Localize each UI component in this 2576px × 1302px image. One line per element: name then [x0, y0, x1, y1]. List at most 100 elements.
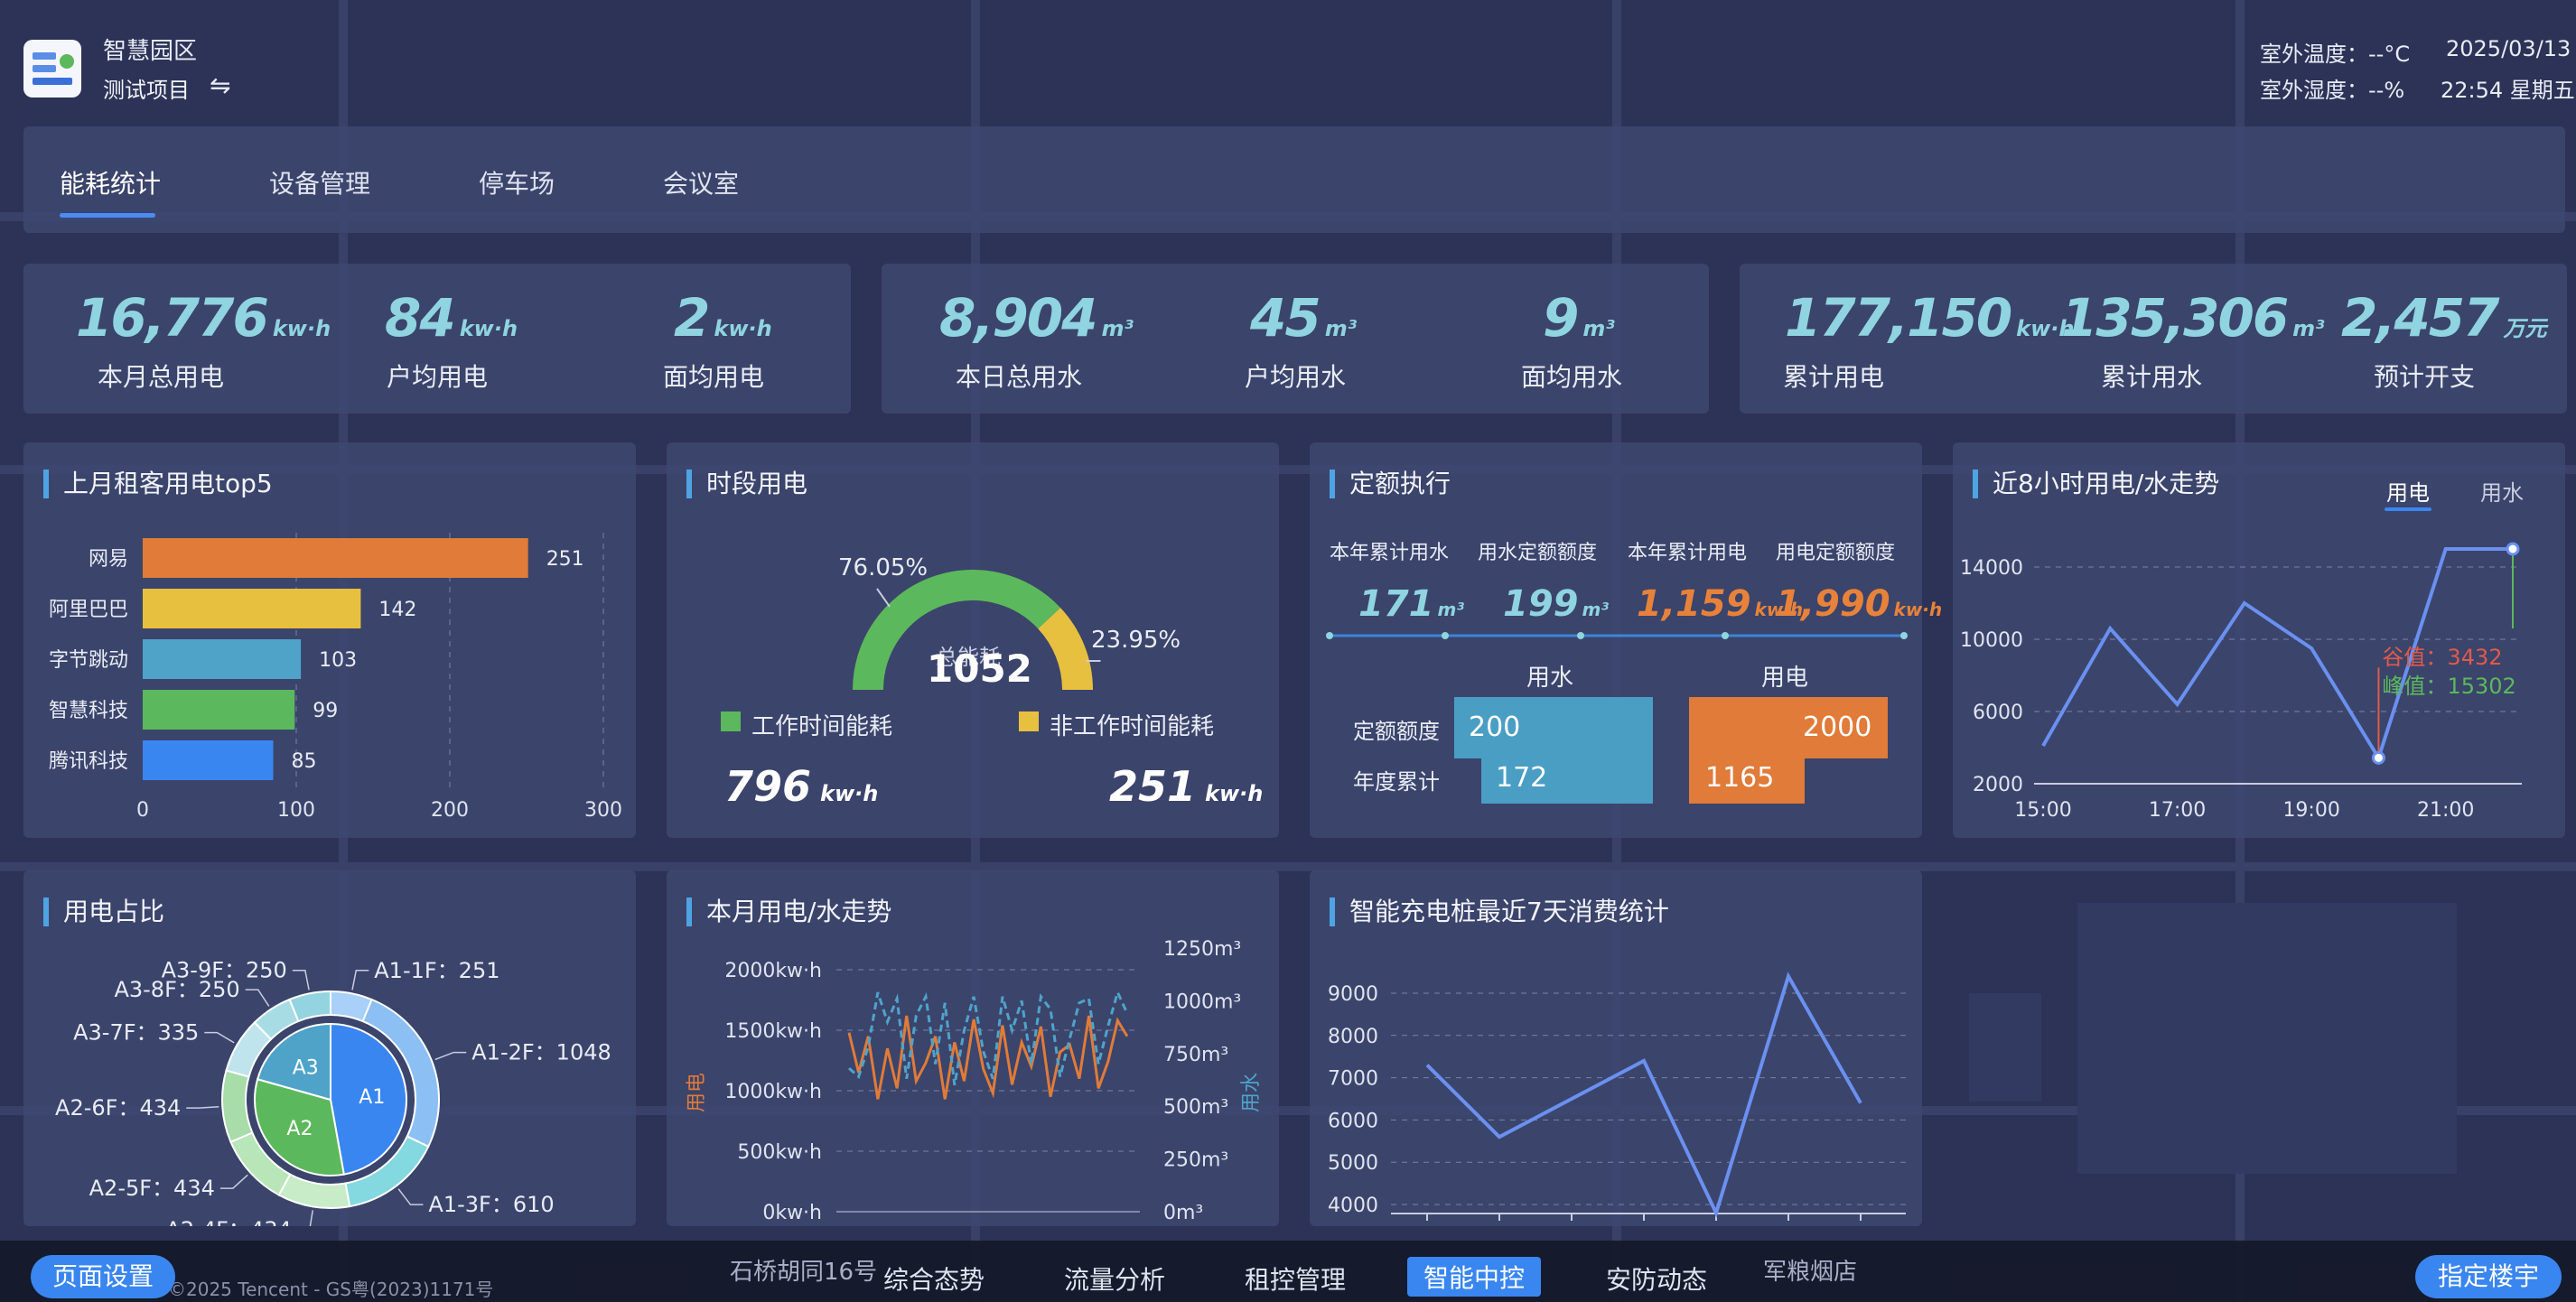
y-tick-label: 8000: [1328, 1026, 1378, 1048]
x-tick-label: 200: [431, 799, 469, 822]
bar-value-label: 103: [319, 649, 357, 672]
x-tick-label: 300: [584, 799, 622, 822]
work-energy-number: 796: [724, 762, 812, 811]
kpi-label: 累计用水: [2101, 362, 2203, 392]
nav-rental[interactable]: 租控管理: [1245, 1260, 1346, 1297]
kpi-label: 户均用电: [387, 362, 489, 392]
nav-traffic[interactable]: 流量分析: [1064, 1260, 1165, 1297]
nonwork-energy-number: 251: [1109, 762, 1197, 811]
kpi-value: 45 m³: [1250, 287, 1357, 349]
quota-header: 用水定额额度: [1478, 542, 1598, 564]
quota-header: 用电定额额度: [1776, 542, 1896, 564]
tab-energy[interactable]: 能耗统计: [60, 164, 161, 200]
y-tick-label: 6000: [1328, 1110, 1378, 1132]
total-energy-value: 1052: [927, 646, 1032, 691]
nonwork-energy-unit: kw·h: [1205, 781, 1264, 806]
kpi-label: 累计用电: [1783, 362, 1885, 392]
switch-project-icon[interactable]: ⇋: [210, 70, 230, 100]
quota-unit: m³: [1437, 599, 1465, 620]
outdoor-humidity: 室外湿度：--%: [2260, 78, 2405, 103]
card-period-power: 时段用电 76.05% 23.95% 总能耗 1052 工作时间能耗 非工作时间…: [667, 442, 1279, 838]
bar-value-label: 85: [292, 750, 317, 773]
map-label: 军粮烟店: [1763, 1259, 1858, 1286]
tab-devices[interactable]: 设备管理: [269, 164, 370, 200]
right-tick-label: 750m³: [1163, 1044, 1228, 1066]
outer-slice: [288, 990, 331, 1023]
quota-row-quota: 定额额度: [1353, 719, 1440, 744]
kpi-unit: kw·h: [459, 316, 518, 341]
valley-annotation: 谷值：3432: [2382, 645, 2502, 670]
peak-annotation: 峰值：15302: [2382, 674, 2515, 699]
nav-smart-control[interactable]: 智能中控: [1407, 1257, 1542, 1297]
main-tabs: 能耗统计 设备管理 停车场 会议室: [23, 126, 2565, 233]
quota-value: 171 m³: [1358, 583, 1464, 625]
quota-number: 199: [1503, 583, 1579, 625]
right-tick-label: 500m³: [1163, 1096, 1228, 1119]
quota-progress-line: [1326, 632, 1908, 639]
slice-leader-line: [292, 969, 310, 990]
kpi-label: 面均用电: [663, 362, 765, 392]
legend-work-swatch: [721, 711, 741, 731]
kpi-unit: kw·h: [272, 316, 331, 341]
inner-slice-label: A3: [293, 1056, 319, 1079]
nav-security[interactable]: 安防动态: [1606, 1260, 1707, 1297]
kpi-value: 8,904 m³: [939, 287, 1134, 349]
select-building-button[interactable]: 指定楼宇: [2415, 1255, 2562, 1298]
left-tick-label: 500kw·h: [737, 1141, 822, 1164]
chart-power-share: A1 A2 A3 A1-1F：251 A1-2F：1048 A1-3F：610 A2-4F：…: [55, 958, 611, 1226]
kpi-value: 2,457 万元: [2341, 287, 2546, 349]
quota-value: 1,990 kw·h: [1776, 583, 1942, 625]
kpi-unit: 万元: [2503, 316, 2547, 341]
right-axis-label: 用水: [1240, 1073, 1263, 1112]
slice-leader-line: [309, 1210, 313, 1226]
y-tick-label: 9000: [1328, 983, 1378, 1006]
slice-leader-line: [397, 1188, 424, 1205]
valley-point: [2371, 750, 2385, 765]
slice-leader-line: [204, 1031, 235, 1044]
quota-header: 本年累计用电: [1628, 542, 1748, 564]
kpi-unit: m³: [2292, 316, 2325, 341]
x-tick-label: 100: [277, 799, 315, 822]
bar: [143, 589, 361, 628]
tab-parking[interactable]: 停车场: [479, 164, 555, 200]
quota-unit: m³: [1582, 599, 1610, 620]
power-year-value: 1165: [1705, 762, 1775, 794]
quota-header: 本年累计用水: [1330, 542, 1450, 564]
card-top5-tenants: 上月租客用电top5 0 100 200 300 网易 251 阿里巴巴 142 字节跳动 103…: [23, 442, 636, 838]
left-tick-label: 1500kw·h: [724, 1020, 822, 1043]
y-tick-label: 4000: [1328, 1195, 1378, 1217]
y-tick-label: 7000: [1328, 1068, 1378, 1091]
map-label: 石桥胡同16号: [730, 1259, 878, 1286]
kpi-label: 本日总用水: [956, 362, 1083, 392]
outer-slice-label: A2-4F：434: [166, 1217, 292, 1226]
right-tick-label: 0m³: [1163, 1202, 1203, 1224]
bar: [143, 538, 528, 578]
outer-slice-label: A1-2F：1048: [471, 1040, 611, 1065]
right-tick-label: 250m³: [1163, 1149, 1228, 1172]
outer-slice-label: A2-5F：434: [89, 1176, 215, 1201]
quota-row-year: 年度累计: [1353, 769, 1440, 795]
park-name: 智慧园区: [103, 38, 198, 65]
project-name[interactable]: 测试项目: [103, 72, 190, 104]
right-tick-label: 1000m³: [1163, 990, 1241, 1013]
chart-month-trend: 0kw·h 500kw·h 1000kw·h 1500kw·h 2000kw·h 0m³ 2…: [686, 938, 1263, 1224]
kpi-number: 8,904: [939, 287, 1097, 349]
work-energy-value: 796 kw·h: [724, 762, 878, 811]
nav-overview[interactable]: 综合态势: [883, 1260, 985, 1297]
category-label: 腾讯科技: [49, 750, 128, 773]
current-time: 22:54 星期五: [2441, 78, 2575, 103]
quota-number: 171: [1358, 583, 1434, 625]
outer-slice: [277, 1173, 351, 1209]
work-energy-unit: kw·h: [820, 781, 879, 806]
tab-meeting-room[interactable]: 会议室: [663, 164, 739, 200]
x-tick-label: 19:00: [2282, 799, 2339, 822]
page-settings-button[interactable]: 页面设置: [31, 1255, 175, 1298]
inner-slice-label: A2: [286, 1118, 313, 1140]
x-tick-label: 17:00: [2149, 799, 2206, 822]
category-label: 网易: [89, 548, 128, 571]
left-axis-label: 用电: [686, 1073, 708, 1112]
kpi-number: 45: [1250, 287, 1321, 349]
slice-leader-line: [219, 1174, 248, 1189]
outer-slice-label: A1-1F：251: [374, 958, 499, 983]
kpi-unit: kw·h: [714, 316, 772, 341]
